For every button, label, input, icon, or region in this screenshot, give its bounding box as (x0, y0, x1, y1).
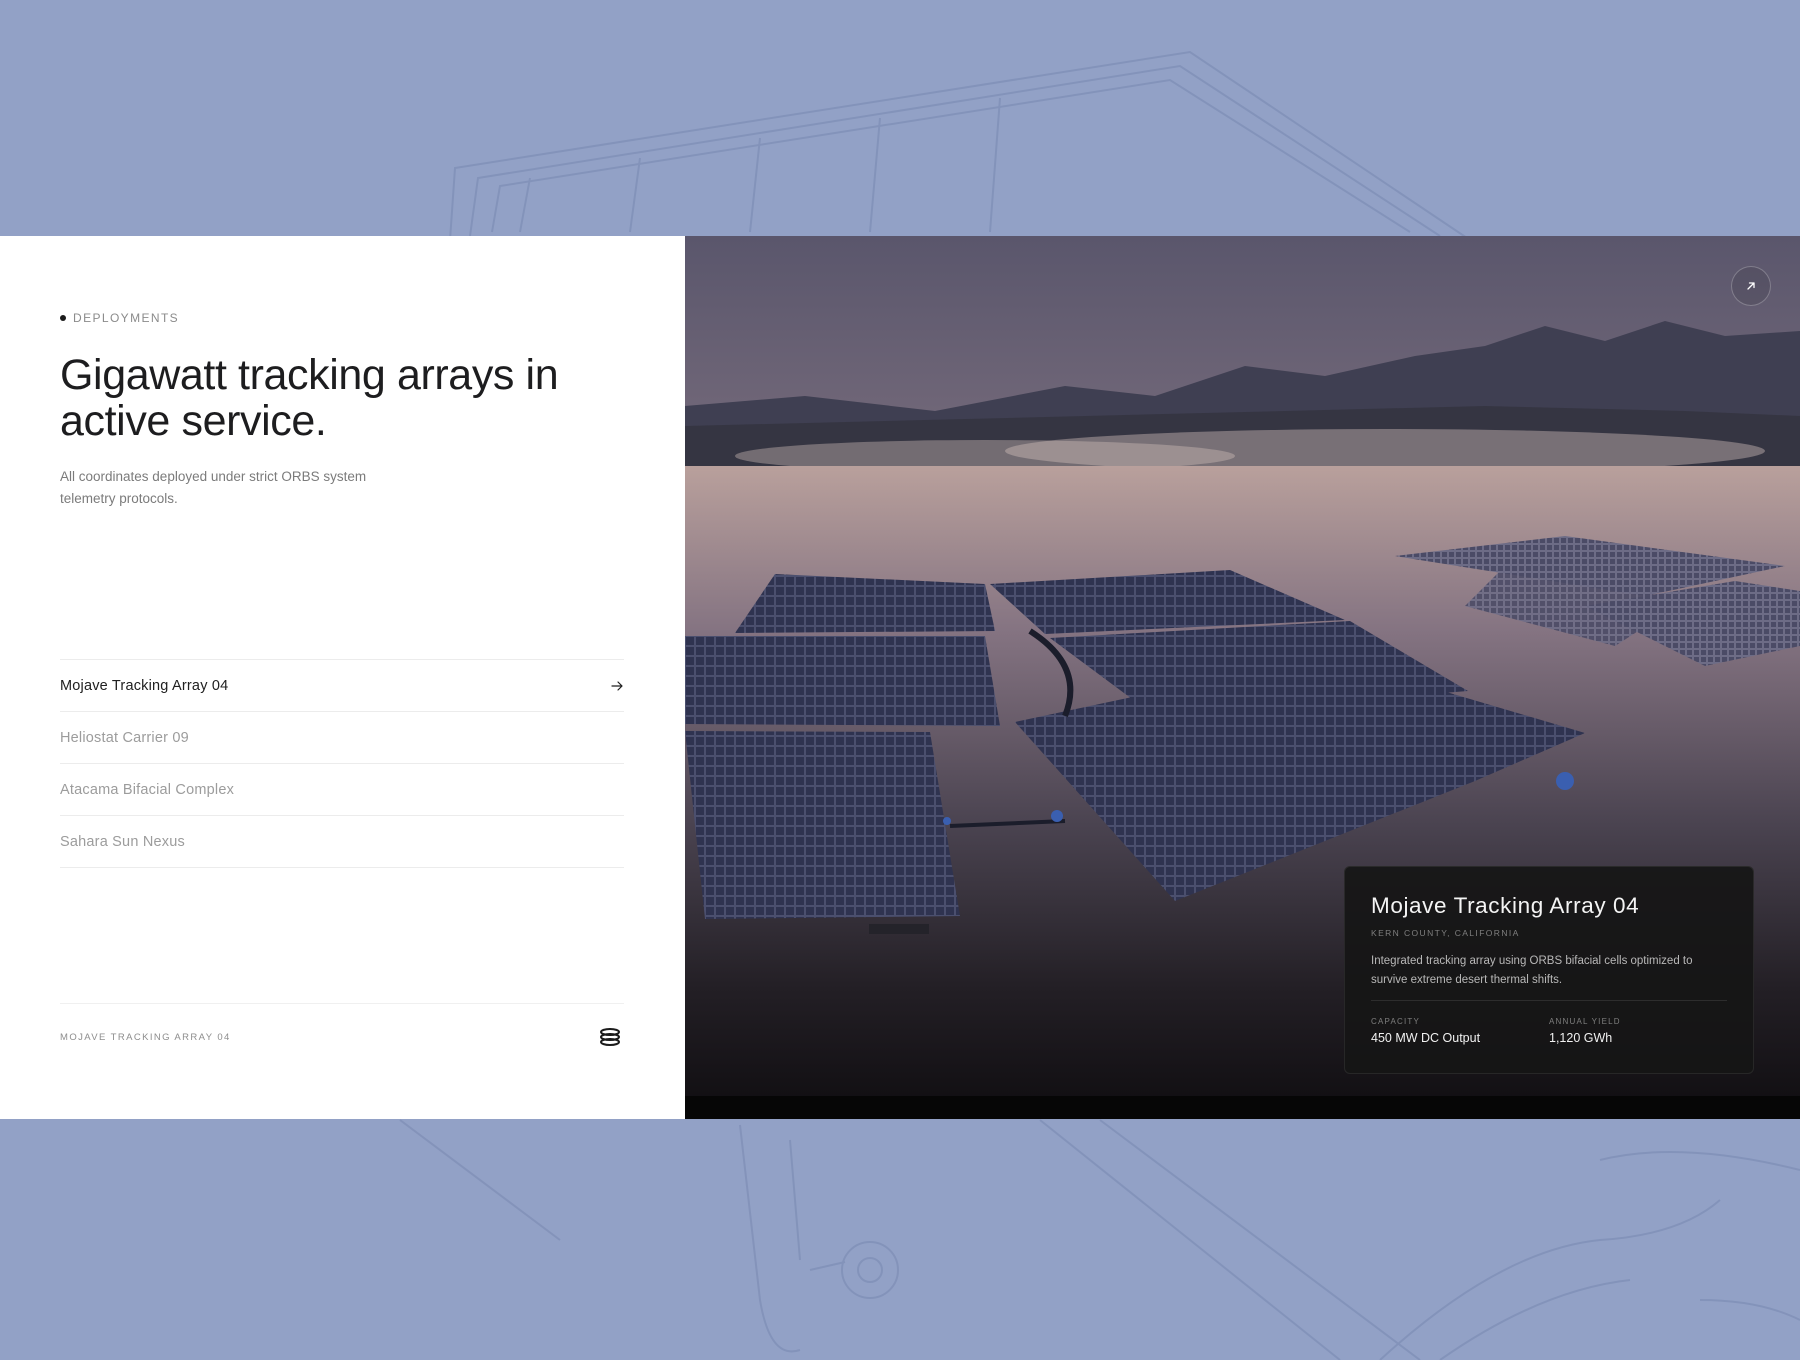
card-stats: CAPACITY 450 MW DC Output ANNUAL YIELD 1… (1371, 1017, 1727, 1045)
stat-value: 450 MW DC Output (1371, 1031, 1481, 1045)
card-description: Integrated tracking array using ORBS bif… (1371, 955, 1693, 986)
stat-value: 1,120 GWh (1549, 1031, 1613, 1045)
orbs-logo-icon (600, 1028, 620, 1046)
expand-button[interactable] (1731, 266, 1771, 306)
deployment-list: Mojave Tracking Array 04 Heliostat Carri… (60, 659, 624, 868)
deployments-panel: DEPLOYMENTS Gigawatt tracking arrays in … (0, 236, 1800, 1119)
deployment-item-label: Sahara Sun Nexus (60, 833, 185, 850)
deployment-info-card: Mojave Tracking Array 04 KERN COUNTY, CA… (1344, 866, 1754, 1074)
stat-label: ANNUAL YIELD (1549, 1017, 1621, 1026)
page-title: Gigawatt tracking arrays in active servi… (60, 351, 559, 445)
deployments-sidebar: DEPLOYMENTS Gigawatt tracking arrays in … (0, 236, 685, 1119)
card-divider (1371, 1000, 1727, 1001)
card-location: KERN COUNTY, CALIFORNIA (1371, 928, 1520, 938)
deployment-item-label: Heliostat Carrier 09 (60, 729, 189, 746)
bullet-dot-icon (60, 315, 66, 321)
deployment-item-heliostat[interactable]: Heliostat Carrier 09 (60, 712, 624, 764)
section-eyebrow: DEPLOYMENTS (60, 311, 179, 325)
eyebrow-label: DEPLOYMENTS (73, 311, 180, 325)
stat-annual-yield: ANNUAL YIELD 1,120 GWh (1549, 1017, 1727, 1045)
arrow-up-right-icon (1747, 282, 1755, 290)
active-deployment-caption: MOJAVE TRACKING ARRAY 04 (60, 1032, 231, 1043)
footer-divider (60, 1003, 624, 1004)
section-description: All coordinates deployed under strict OR… (60, 469, 367, 506)
deployment-item-label: Atacama Bifacial Complex (60, 781, 235, 798)
stat-capacity: CAPACITY 450 MW DC Output (1371, 1017, 1549, 1045)
deployment-item-mojave[interactable]: Mojave Tracking Array 04 (60, 660, 624, 712)
deployment-hero: Mojave Tracking Array 04 KERN COUNTY, CA… (685, 236, 1800, 1119)
card-title: Mojave Tracking Array 04 (1371, 893, 1640, 918)
deployment-item-label: Mojave Tracking Array 04 (60, 677, 229, 694)
deployment-item-sahara[interactable]: Sahara Sun Nexus (60, 816, 624, 868)
stat-label: CAPACITY (1371, 1017, 1421, 1026)
arrow-right-icon (611, 680, 623, 691)
deployment-item-atacama[interactable]: Atacama Bifacial Complex (60, 764, 624, 816)
